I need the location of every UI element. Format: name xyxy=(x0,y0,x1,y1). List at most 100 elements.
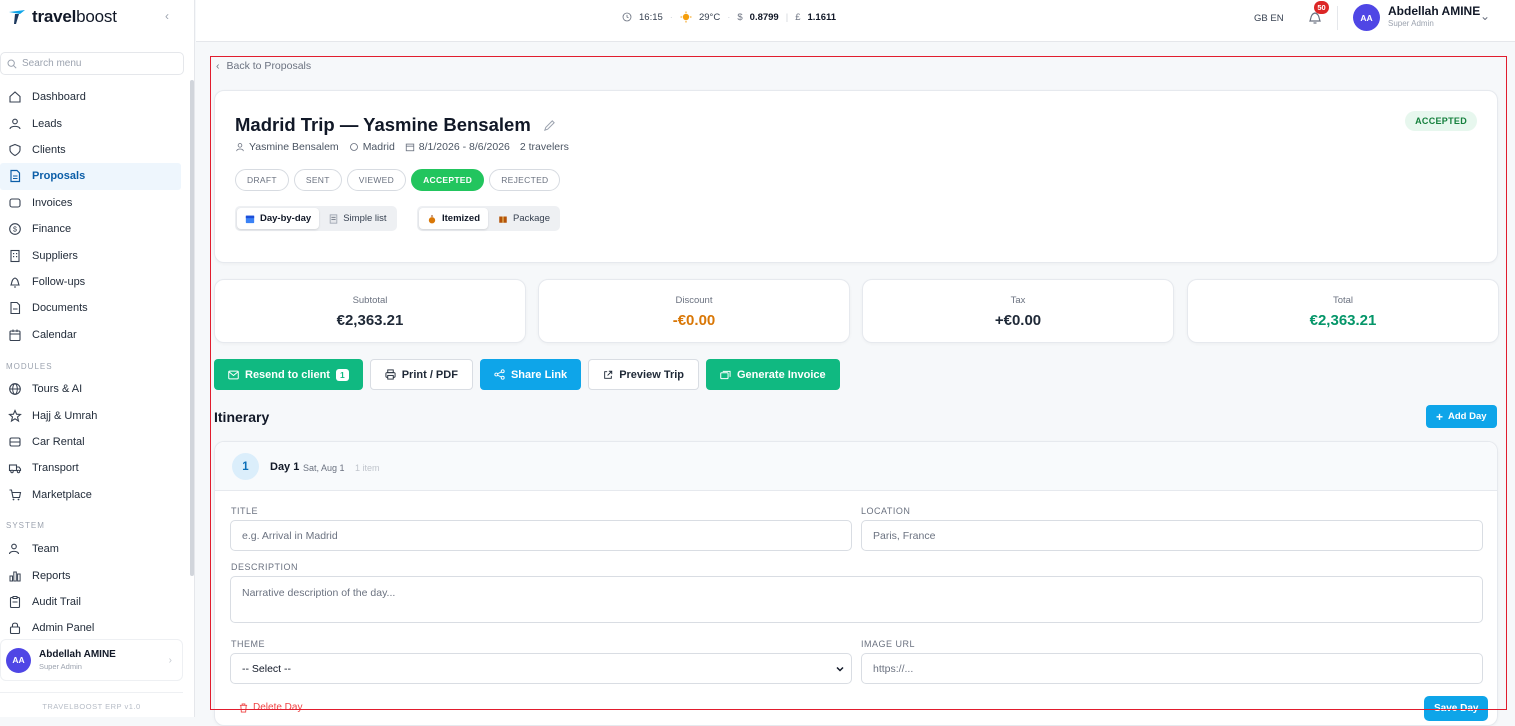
stage-rejected[interactable]: REJECTED xyxy=(489,169,561,191)
summary-label: Subtotal xyxy=(352,295,388,306)
sidebar-item-leads[interactable]: Leads xyxy=(0,110,190,136)
modules-nav: Tours & AI Hajj & Umrah Car Rental Trans… xyxy=(0,376,190,508)
clock-icon xyxy=(622,12,632,22)
car-icon xyxy=(9,437,21,447)
sidebar-item-documents[interactable]: Documents xyxy=(0,295,190,321)
sidebar-item-label: Suppliers xyxy=(32,249,78,262)
image-url-input[interactable]: https://... xyxy=(861,653,1483,684)
sidebar-item-label: Clients xyxy=(32,143,66,156)
sidebar-item-label: Documents xyxy=(32,302,88,315)
calendar-icon xyxy=(245,215,255,223)
theme-select[interactable]: -- Select -- xyxy=(230,653,852,684)
language-switcher[interactable]: GB EN xyxy=(1254,13,1284,24)
main-nav: Dashboard Leads Clients Proposals Invoic… xyxy=(0,84,190,348)
subtotal-card: Subtotal €2,363.21 xyxy=(214,279,526,343)
sidebar-item-tours-ai[interactable]: Tours & AI xyxy=(0,376,190,402)
sidebar-item-clients[interactable]: Clients xyxy=(0,137,190,163)
sidebar-item-invoices[interactable]: Invoices xyxy=(0,190,190,216)
proposal-title: Madrid Trip — Yasmine Bensalem xyxy=(235,114,531,135)
delete-day-button[interactable]: Delete Day xyxy=(239,702,302,713)
generate-invoice-button[interactable]: Generate Invoice xyxy=(706,359,840,390)
notification-badge: 50 xyxy=(1314,1,1329,14)
section-label-modules: MODULES xyxy=(6,362,53,371)
app-version: TRAVELBOOST ERP v1.0 xyxy=(0,692,183,711)
resend-to-client-button[interactable]: Resend to client 1 xyxy=(214,359,363,390)
flag-label: GB xyxy=(1254,13,1268,24)
avatar: AA xyxy=(6,647,31,673)
pricing-package-button[interactable]: Package xyxy=(490,208,558,229)
button-label: Resend to client xyxy=(245,368,330,381)
discount-value: -€0.00 xyxy=(672,312,716,329)
sidebar-item-follow-ups[interactable]: Follow-ups xyxy=(0,269,190,295)
client-name: Yasmine Bensalem xyxy=(249,141,339,153)
lang-label: EN xyxy=(1270,13,1284,24)
day-header[interactable]: 1 Day 1 Sat, Aug 1 1 item xyxy=(215,442,1497,491)
print-pdf-button[interactable]: Print / PDF xyxy=(369,359,473,390)
sidebar-item-calendar[interactable]: Calendar xyxy=(0,322,190,348)
sidebar-item-transport[interactable]: Transport xyxy=(0,455,190,481)
day-description-textarea[interactable]: Narrative description of the day... xyxy=(230,576,1483,623)
topbar-user-name[interactable]: Abdellah AMINE xyxy=(1388,4,1480,18)
sidebar-item-proposals[interactable]: Proposals xyxy=(0,163,181,190)
chevron-down-icon[interactable]: ⌄ xyxy=(1480,9,1490,23)
subtotal-value: €2,363.21 xyxy=(336,312,404,329)
search-input[interactable]: Search menu xyxy=(22,58,81,69)
avatar[interactable]: AA xyxy=(1353,4,1380,31)
day-location-input[interactable]: Paris, France xyxy=(861,520,1483,551)
view-simple-list-button[interactable]: Simple list xyxy=(321,208,394,229)
sidebar-item-label: Tours & AI xyxy=(32,383,83,396)
mail-icon xyxy=(228,370,239,379)
stage-draft[interactable]: DRAFT xyxy=(235,169,289,191)
sidebar-user-card[interactable]: AA Abdellah AMINE Super Admin › xyxy=(0,639,183,681)
back-to-proposals-link[interactable]: ‹ Back to Proposals xyxy=(216,60,311,72)
pricing-itemized-button[interactable]: Itemized xyxy=(419,208,489,229)
day-date: Sat, Aug 1 xyxy=(303,463,345,473)
proposal-meta: Yasmine Bensalem Madrid 8/1/2026 - 8/6/2… xyxy=(235,141,569,153)
trash-icon xyxy=(239,703,248,712)
sidebar-item-audit-trail[interactable]: Audit Trail xyxy=(0,589,190,615)
list-icon xyxy=(329,213,338,224)
edit-pencil-icon[interactable] xyxy=(543,119,556,132)
brand-logo[interactable]: travelboost xyxy=(8,6,117,28)
truck-icon xyxy=(8,464,22,474)
stage-sent[interactable]: SENT xyxy=(293,169,342,191)
topbar: 16:15 · 29°C · $ 0.8799 | £ 1.1611 GB EN… xyxy=(196,0,1515,42)
sidebar-scrollbar[interactable] xyxy=(190,80,194,576)
bar-chart-icon xyxy=(9,571,21,582)
temperature: 29°C xyxy=(698,11,721,23)
button-label: Generate Invoice xyxy=(737,368,826,381)
usd-rate: 0.8799 xyxy=(749,11,779,23)
preview-trip-button[interactable]: Preview Trip xyxy=(588,359,699,390)
sidebar-item-marketplace[interactable]: Marketplace xyxy=(0,482,190,508)
collapse-sidebar-icon[interactable]: ‹ xyxy=(165,9,169,23)
user-icon xyxy=(236,143,244,152)
file-icon xyxy=(10,302,21,315)
search-menu[interactable]: Search menu xyxy=(0,52,184,75)
lock-icon xyxy=(9,622,21,635)
sidebar-item-finance[interactable]: $ Finance xyxy=(0,216,190,242)
sidebar-item-label: Leads xyxy=(32,117,62,130)
day-number-badge: 1 xyxy=(232,453,259,480)
share-link-button[interactable]: Share Link xyxy=(479,359,582,390)
view-day-by-day-button[interactable]: Day-by-day xyxy=(237,208,320,229)
save-day-button[interactable]: Save Day xyxy=(1424,696,1489,721)
sidebar-item-reports[interactable]: Reports xyxy=(0,562,190,588)
sidebar-item-team[interactable]: Team xyxy=(0,536,190,562)
sidebar-item-label: Follow-ups xyxy=(32,275,86,288)
day-title-input[interactable]: e.g. Arrival in Madrid xyxy=(230,520,852,551)
sidebar-item-suppliers[interactable]: Suppliers xyxy=(0,242,190,268)
add-day-button[interactable]: + Add Day xyxy=(1426,405,1497,428)
sidebar-item-label: Marketplace xyxy=(32,488,92,501)
invoice-icon xyxy=(9,198,21,208)
sidebar-item-hajj-umrah[interactable]: Hajj & Umrah xyxy=(0,402,190,428)
sidebar-item-label: Team xyxy=(32,543,59,556)
status-stepper: DRAFT SENT VIEWED ACCEPTED REJECTED xyxy=(235,169,561,191)
sidebar-item-admin-panel[interactable]: Admin Panel xyxy=(0,615,190,641)
sidebar-item-dashboard[interactable]: Dashboard xyxy=(0,84,190,110)
stage-accepted[interactable]: ACCEPTED xyxy=(411,169,485,191)
team-icon xyxy=(8,543,20,555)
total-card: Total €2,363.21 xyxy=(1187,279,1499,343)
stage-viewed[interactable]: VIEWED xyxy=(346,169,407,191)
sidebar-item-car-rental[interactable]: Car Rental xyxy=(0,429,190,455)
sidebar-item-label: Invoices xyxy=(32,196,73,209)
